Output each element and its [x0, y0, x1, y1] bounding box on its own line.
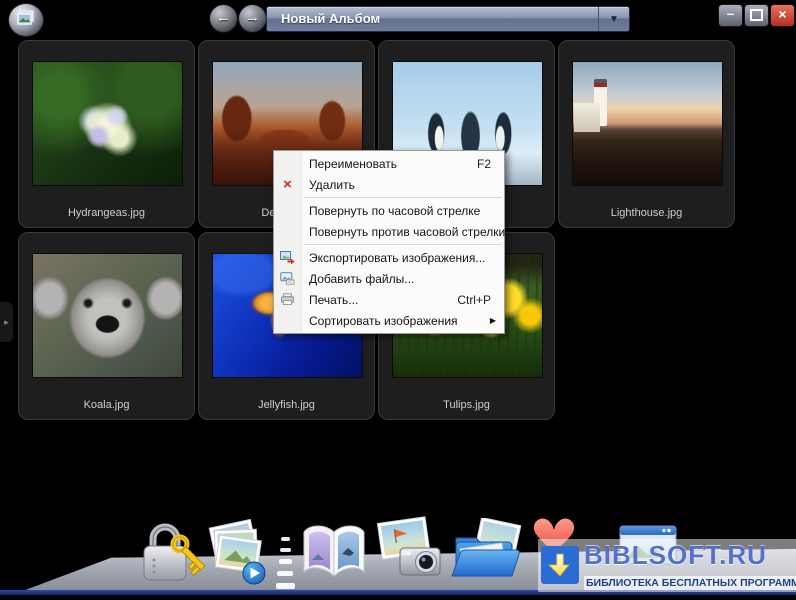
menu-item-print[interactable]: Печать... Ctrl+P: [274, 289, 504, 310]
slideshow-icon[interactable]: [205, 518, 273, 593]
back-button[interactable]: ←: [209, 4, 238, 33]
menu-item-label: Добавить файлы...: [301, 272, 414, 286]
back-arrow-icon: ←: [216, 9, 231, 26]
dock-divider-dashes: [272, 537, 298, 589]
menu-item-sort-images[interactable]: Сортировать изображения ▶: [274, 310, 504, 331]
context-menu: Переименовать F2 × Удалить Повернуть по …: [273, 150, 505, 334]
menu-shortcut: Ctrl+P: [457, 293, 504, 307]
menu-item-label: Сортировать изображения: [301, 314, 458, 328]
app-window: ← → Новый Альбом ▼ – × Hydrangeas.jpg De…: [0, 0, 796, 600]
blank-icon: [274, 221, 301, 242]
photo-thumbnail: [32, 253, 183, 378]
maximize-icon: [750, 9, 763, 21]
forward-button[interactable]: →: [238, 4, 267, 33]
forward-arrow-icon: →: [245, 9, 260, 26]
blank-icon: [274, 310, 301, 331]
photo-filename: Lighthouse.jpg: [559, 207, 734, 219]
photo-book-icon[interactable]: [296, 520, 372, 591]
camera-import-icon[interactable]: [374, 516, 444, 589]
add-files-icon: [274, 268, 301, 289]
photo-card-koala[interactable]: Koala.jpg: [18, 232, 195, 420]
menu-item-rotate-cw[interactable]: Повернуть по часовой стрелке: [274, 200, 504, 221]
album-selector-dropdown[interactable]: Новый Альбом ▼: [266, 6, 630, 32]
photo-card-lighthouse[interactable]: Lighthouse.jpg: [558, 40, 735, 228]
print-icon: [274, 289, 301, 310]
side-panel-handle[interactable]: ▸: [0, 302, 13, 342]
download-arrow-icon: [541, 546, 579, 584]
lock-key-icon[interactable]: [136, 516, 206, 593]
close-button[interactable]: ×: [770, 4, 795, 27]
chevron-right-icon: ▸: [4, 317, 9, 328]
album-selector-value: Новый Альбом: [281, 7, 380, 30]
menu-item-label: Печать...: [301, 293, 358, 307]
submenu-arrow-icon: ▶: [490, 316, 504, 325]
photo-app-icon: [17, 10, 35, 30]
photo-filename: Jellyfish.jpg: [199, 399, 374, 411]
menu-item-export-images[interactable]: Экспортировать изображения...: [274, 247, 504, 268]
export-image-icon: [274, 247, 301, 268]
photo-thumbnail: [572, 61, 723, 186]
photo-thumbnail: [32, 61, 183, 186]
menu-item-add-files[interactable]: Добавить файлы...: [274, 268, 504, 289]
delete-icon: ×: [274, 174, 301, 195]
watermark: BIBLSOFT.RU БИБЛИОТЕКА БЕСПЛАТНЫХ ПРОГРА…: [538, 539, 796, 592]
menu-item-rotate-ccw[interactable]: Повернуть против часовой стрелки: [274, 221, 504, 242]
menu-separator: [304, 197, 502, 198]
menu-item-label: Повернуть против часовой стрелки: [301, 225, 505, 239]
menu-item-label: Экспортировать изображения...: [301, 251, 485, 265]
photo-folder-icon[interactable]: [448, 518, 528, 589]
menu-item-label: Удалить: [301, 178, 355, 192]
close-icon: ×: [778, 6, 786, 22]
photo-filename: Hydrangeas.jpg: [19, 207, 194, 219]
maximize-button[interactable]: [744, 4, 769, 27]
minimize-button[interactable]: –: [718, 4, 743, 27]
photo-filename: Tulips.jpg: [379, 399, 554, 411]
minimize-icon: –: [727, 6, 734, 21]
menu-shortcut: F2: [477, 157, 504, 171]
menu-item-label: Переименовать: [301, 157, 397, 171]
photo-card-hydrangeas[interactable]: Hydrangeas.jpg: [18, 40, 195, 228]
watermark-title: BIBLSOFT.RU: [584, 540, 767, 571]
blank-icon: [274, 153, 301, 174]
watermark-subtitle: БИБЛИОТЕКА БЕСПЛАТНЫХ ПРОГРАММ: [584, 576, 796, 590]
photo-filename: Koala.jpg: [19, 399, 194, 411]
menu-item-label: Повернуть по часовой стрелке: [301, 204, 480, 218]
menu-item-delete[interactable]: × Удалить: [274, 174, 504, 195]
blank-icon: [274, 200, 301, 221]
menu-item-rename[interactable]: Переименовать F2: [274, 153, 504, 174]
menu-separator: [304, 244, 502, 245]
app-menu-button[interactable]: [8, 3, 44, 37]
chevron-down-icon[interactable]: ▼: [598, 7, 629, 31]
